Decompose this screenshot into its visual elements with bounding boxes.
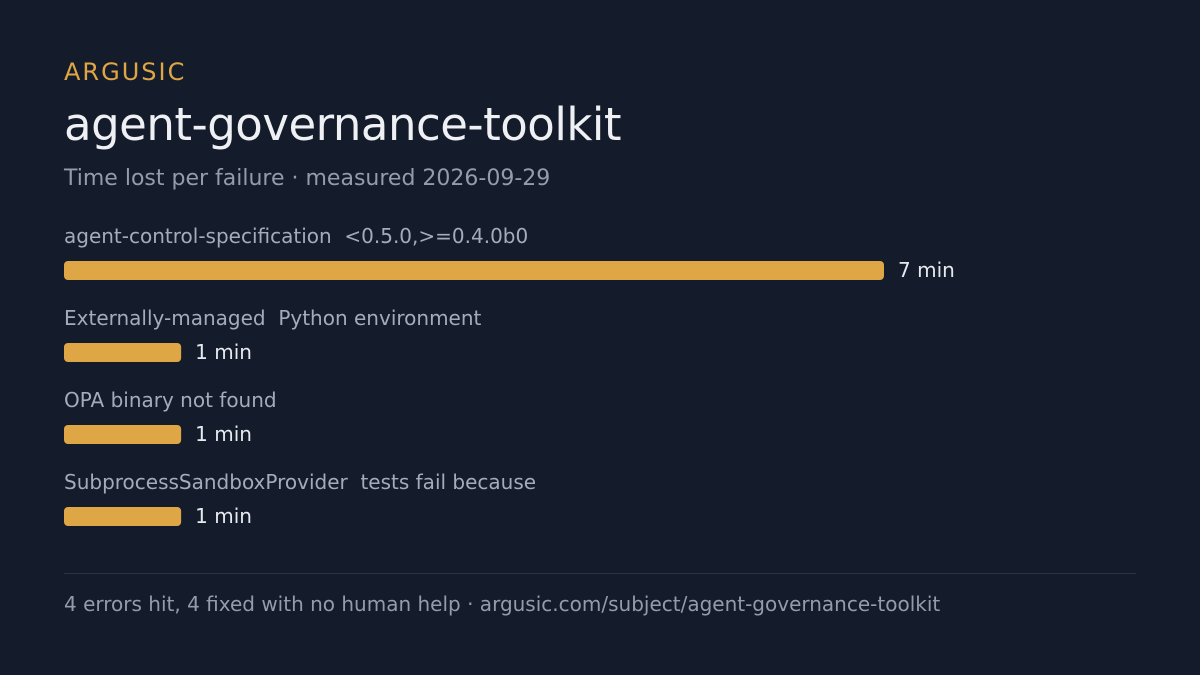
- category-label: SubprocessSandboxProvider tests fail bec…: [64, 470, 536, 494]
- category-label: Externally-managed Python environment: [64, 306, 482, 330]
- value-label: 7 min: [898, 258, 955, 282]
- bar-chart: agent-control-specification <0.5.0,>=0.4…: [64, 224, 955, 528]
- footer-divider: [64, 573, 1136, 574]
- value-label: 1 min: [195, 422, 252, 446]
- value-label: 1 min: [195, 504, 252, 528]
- bar: [64, 261, 884, 280]
- value-label: 1 min: [195, 340, 252, 364]
- category-label: agent-control-specification <0.5.0,>=0.4…: [64, 224, 528, 248]
- bar: [64, 507, 182, 526]
- bar: [64, 425, 182, 444]
- category-label: OPA binary not found: [64, 388, 277, 412]
- footer-text: 4 errors hit, 4 fixed with no human help…: [64, 592, 941, 616]
- bar: [64, 343, 182, 362]
